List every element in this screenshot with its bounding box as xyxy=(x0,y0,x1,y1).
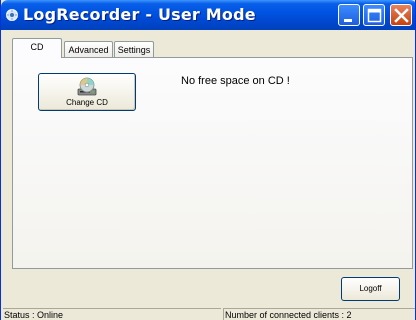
tab-advanced[interactable]: Advanced xyxy=(64,41,113,58)
change-cd-label: Change CD xyxy=(66,98,108,107)
main-window: LogRecorder - User Mode CD Advanced Sett… xyxy=(0,0,416,320)
minimize-button[interactable] xyxy=(338,4,360,26)
maximize-icon xyxy=(367,8,382,23)
status-text: Status : Online xyxy=(3,308,221,320)
status-bar: Status : Online Number of connected clie… xyxy=(1,308,415,320)
change-cd-button[interactable]: Change CD xyxy=(38,73,136,111)
maximize-button[interactable] xyxy=(363,4,385,26)
connected-clients-text: Number of connected clients : 2 xyxy=(223,308,415,320)
logoff-button[interactable]: Logoff xyxy=(341,277,400,301)
app-icon xyxy=(6,9,18,21)
cd-drive-icon xyxy=(77,77,97,96)
close-button[interactable] xyxy=(390,4,412,26)
minimize-icon xyxy=(344,19,352,22)
cd-status-message: No free space on CD ! xyxy=(181,75,290,87)
window-title: LogRecorder - User Mode xyxy=(23,5,256,24)
close-icon xyxy=(394,8,409,23)
title-bar[interactable]: LogRecorder - User Mode xyxy=(1,0,415,30)
tab-cd[interactable]: CD xyxy=(12,38,62,58)
tab-settings[interactable]: Settings xyxy=(114,41,154,58)
